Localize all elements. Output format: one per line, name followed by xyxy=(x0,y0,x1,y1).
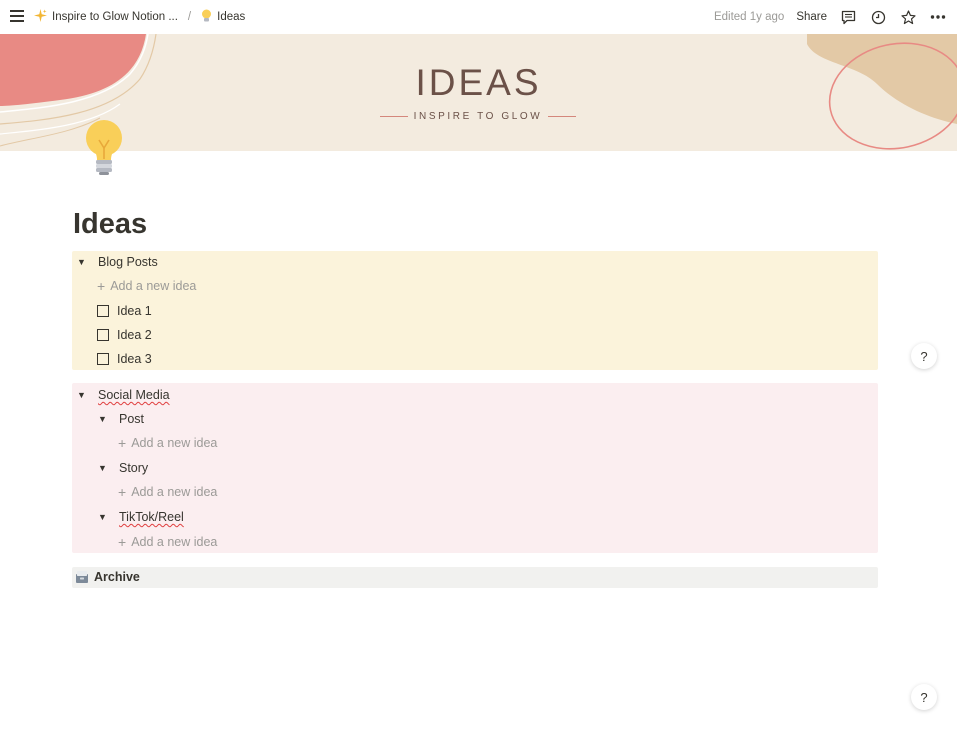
checkbox[interactable] xyxy=(97,305,109,317)
help-button[interactable]: ? xyxy=(911,684,937,710)
add-idea-label: Add a new idea xyxy=(131,485,218,499)
idea-label: Idea 1 xyxy=(117,304,152,318)
sparkles-icon xyxy=(34,9,47,25)
social-media-toggle-block: ▼ Social Media ▼ Post + Add a new idea ▼… xyxy=(72,383,878,553)
page-title[interactable]: Ideas xyxy=(73,208,147,241)
social-media-label: Social Media xyxy=(98,388,170,402)
blog-add-idea-button[interactable]: + Add a new idea xyxy=(97,276,196,296)
idea-label: Idea 2 xyxy=(117,328,152,342)
story-add-idea-button[interactable]: + Add a new idea xyxy=(118,482,217,502)
toggle-triangle-icon[interactable]: ▼ xyxy=(98,414,108,424)
clock-icon[interactable] xyxy=(869,8,887,26)
breadcrumb-item-parent[interactable]: Inspire to Glow Notion ... xyxy=(34,9,178,25)
blog-posts-toggle-block: ▼ Blog Posts + Add a new idea Idea 1 Ide… xyxy=(72,251,878,370)
cover-image: IDEAS INSPIRE TO GLOW xyxy=(0,34,957,151)
toggle-triangle-icon[interactable]: ▼ xyxy=(77,390,87,400)
add-idea-label: Add a new idea xyxy=(131,436,218,450)
blog-posts-label: Blog Posts xyxy=(98,255,158,269)
menu-icon[interactable] xyxy=(10,10,24,22)
checkbox[interactable] xyxy=(97,329,109,341)
breadcrumb-label: Inspire to Glow Notion ... xyxy=(52,11,178,23)
group-label: TikTok/Reel xyxy=(119,510,184,524)
more-options-icon[interactable] xyxy=(929,8,947,26)
plus-icon: + xyxy=(118,484,127,500)
tiktok-reel-toggle[interactable]: ▼ TikTok/Reel xyxy=(98,507,184,527)
toggle-triangle-icon[interactable]: ▼ xyxy=(77,257,87,267)
social-media-toggle[interactable]: ▼ Social Media xyxy=(77,385,170,405)
breadcrumb-separator: / xyxy=(187,11,192,23)
breadcrumb-item-current[interactable]: Ideas xyxy=(201,9,245,26)
cover-subtitle: INSPIRE TO GLOW xyxy=(380,111,576,122)
checkbox[interactable] xyxy=(97,353,109,365)
add-idea-label: Add a new idea xyxy=(131,535,218,549)
toggle-triangle-icon[interactable]: ▼ xyxy=(98,463,108,473)
blog-posts-toggle[interactable]: ▼ Blog Posts xyxy=(77,252,158,272)
list-item: Idea 3 xyxy=(97,349,152,369)
story-toggle[interactable]: ▼ Story xyxy=(98,458,148,478)
page-lightbulb-icon[interactable] xyxy=(82,118,126,178)
tiktok-add-idea-button[interactable]: + Add a new idea xyxy=(118,532,217,552)
list-item: Idea 2 xyxy=(97,325,152,345)
lightbulb-icon xyxy=(201,9,212,26)
archive-link[interactable]: Archive xyxy=(72,567,878,588)
toggle-triangle-icon[interactable]: ▼ xyxy=(98,512,108,522)
share-button[interactable]: Share xyxy=(796,11,827,23)
group-label: Post xyxy=(119,412,145,426)
cover-decoration-right xyxy=(807,34,957,150)
card-file-box-icon xyxy=(75,570,89,584)
idea-label: Idea 3 xyxy=(117,352,152,366)
edited-timestamp: Edited 1y ago xyxy=(713,11,785,23)
breadcrumb: Inspire to Glow Notion ... / Ideas xyxy=(34,0,245,34)
breadcrumb-label: Ideas xyxy=(217,11,246,23)
group-label: Story xyxy=(119,461,149,475)
post-toggle[interactable]: ▼ Post xyxy=(98,409,144,429)
star-icon[interactable] xyxy=(899,8,917,26)
post-add-idea-button[interactable]: + Add a new idea xyxy=(118,433,217,453)
plus-icon: + xyxy=(97,278,106,294)
archive-row[interactable]: Archive xyxy=(75,567,140,587)
plus-icon: + xyxy=(118,435,127,451)
top-bar: Inspire to Glow Notion ... / Ideas Edite… xyxy=(0,0,957,34)
cover-subtitle-text: INSPIRE TO GLOW xyxy=(413,111,543,122)
archive-label: Archive xyxy=(94,570,140,584)
list-item: Idea 1 xyxy=(97,301,152,321)
top-actions: Edited 1y ago Share xyxy=(714,0,947,34)
help-button[interactable]: ? xyxy=(911,343,937,369)
comment-icon[interactable] xyxy=(839,8,857,26)
add-idea-label: Add a new idea xyxy=(110,279,197,293)
plus-icon: + xyxy=(118,534,127,550)
